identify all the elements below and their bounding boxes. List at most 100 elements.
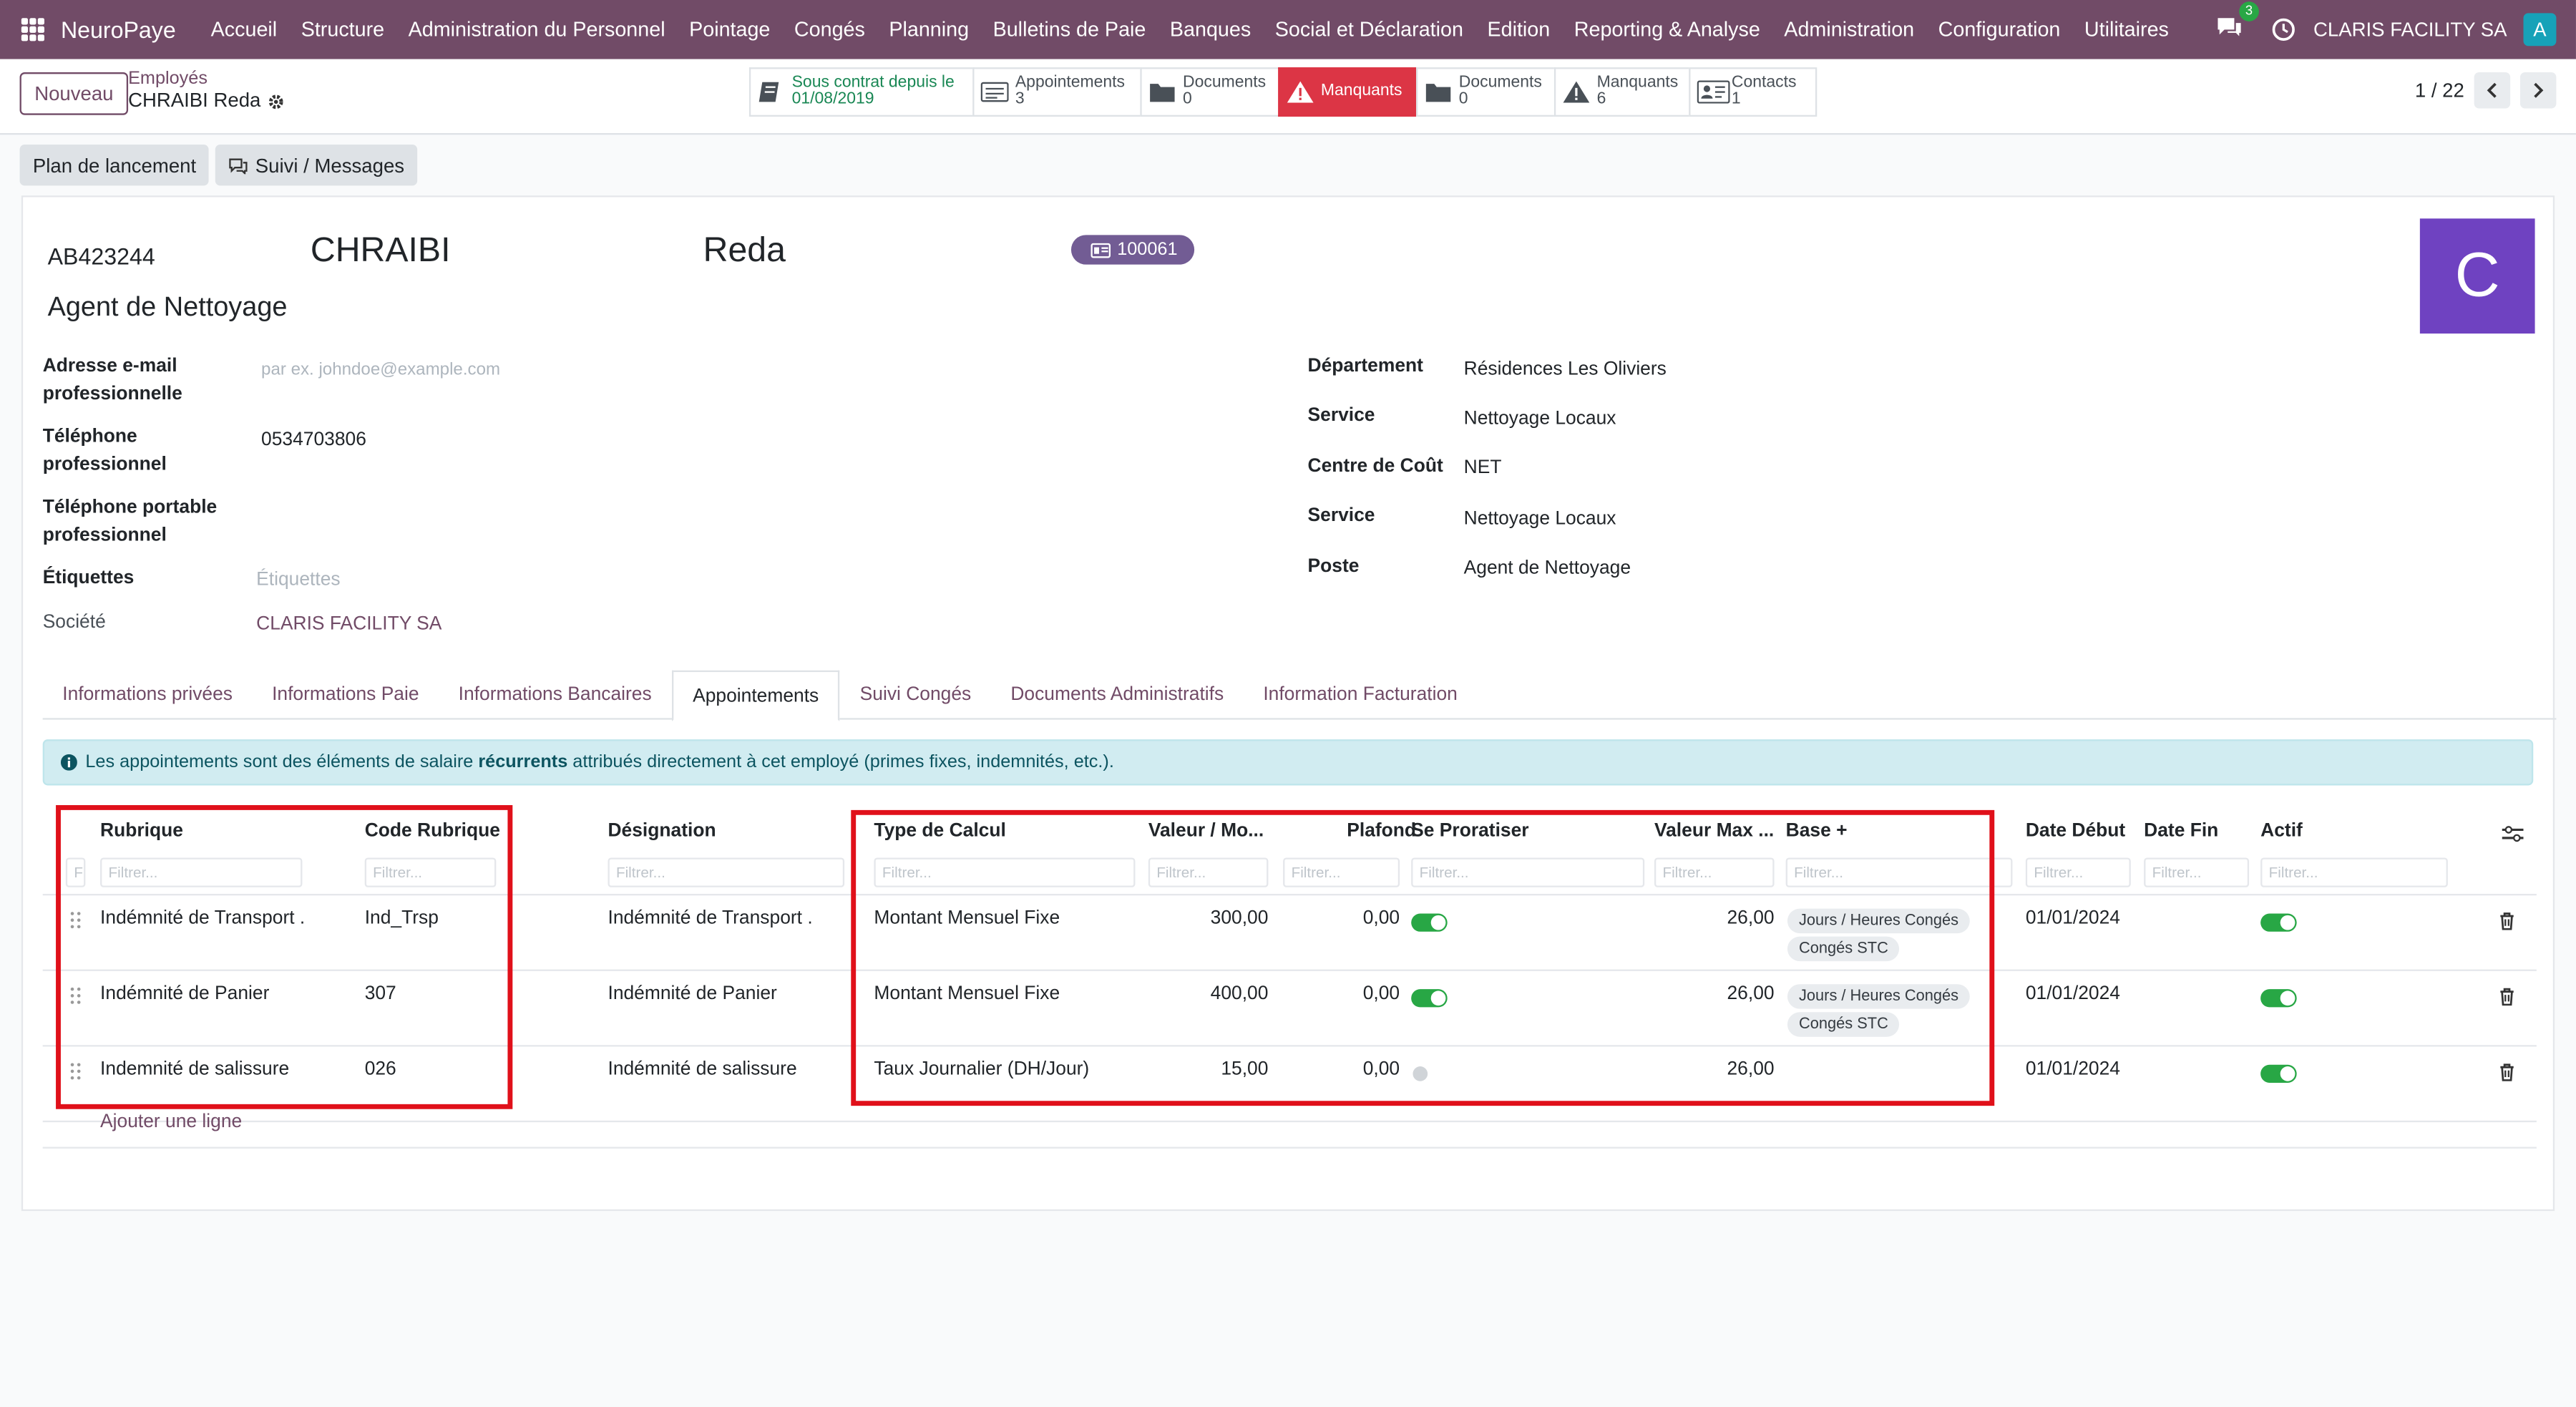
filter-input-11[interactable]: Filtrer... <box>2260 857 2448 887</box>
cost-center-field[interactable]: NET <box>1464 459 1502 479</box>
mobile-label: Téléphone portable professionnel <box>42 497 218 546</box>
menu-item-2[interactable]: Administration du Personnel <box>396 18 677 41</box>
email-label: Adresse e-mail professionnelle <box>42 356 182 404</box>
filter-input-9[interactable]: Filtrer... <box>2025 857 2131 887</box>
department-field[interactable]: Résidences Les Oliviers <box>1464 360 1667 380</box>
stat-button-3[interactable]: Manquants <box>1278 67 1417 117</box>
trash-icon[interactable] <box>2499 988 2515 1006</box>
brand-name[interactable]: NeuroPaye <box>61 16 176 43</box>
cell-debut[interactable]: 01/01/2024 <box>2026 1060 2120 1080</box>
new-button[interactable]: Nouveau <box>19 72 129 115</box>
tags-label: Étiquettes <box>42 568 135 588</box>
tab-1[interactable]: Informations Paie <box>253 671 439 720</box>
header-buttons: Plan de lancement Suivi / Messages <box>19 145 418 186</box>
add-line-link[interactable]: Ajouter une ligne <box>100 1112 242 1132</box>
id-card-icon <box>1091 242 1111 258</box>
matricule-field[interactable]: AB423244 <box>48 243 155 270</box>
cell-designation[interactable]: Indémnité de salissure <box>608 1060 796 1080</box>
company-switcher[interactable]: CLARIS FACILITY SA <box>2313 18 2507 41</box>
menu-item-1[interactable]: Structure <box>289 18 396 41</box>
chat-icon[interactable]: 3 <box>2215 1 2260 44</box>
menu-item-9[interactable]: Edition <box>1475 18 1562 41</box>
notebook-tabs: Informations privées Informations Paie Inf… <box>42 670 2557 721</box>
stat-text-1: Appointements 3 <box>1015 74 1126 109</box>
email-input[interactable]: par ex. johndoe@example.com <box>261 360 500 380</box>
cell-designation[interactable]: Indémnité de Transport . <box>608 909 812 929</box>
job-title-field[interactable]: Agent de Nettoyage <box>48 293 288 324</box>
column-header-9[interactable]: Date Début <box>2026 822 2125 842</box>
menu-item-13[interactable]: Utilitaires <box>2072 18 2181 41</box>
menu-item-11[interactable]: Administration <box>1772 18 1926 41</box>
trash-icon[interactable] <box>2499 1063 2515 1081</box>
pager-previous-button[interactable] <box>2474 72 2511 109</box>
filter-input-10[interactable]: Filtrer... <box>2144 857 2250 887</box>
stat-button-2[interactable]: Documents 0 <box>1140 67 1279 117</box>
badge-id[interactable]: 100061 <box>1070 235 1194 265</box>
tab-2[interactable]: Informations Bancaires <box>439 671 671 720</box>
last-name-field[interactable]: CHRAIBI <box>311 232 451 271</box>
stat-value-1: 3 <box>1015 90 1025 109</box>
active-toggle[interactable] <box>2260 989 2297 1008</box>
launch-plan-button[interactable]: Plan de lancement <box>19 145 210 186</box>
service2-field[interactable]: Nettoyage Locaux <box>1464 510 1616 530</box>
stat-button-6[interactable]: Contacts 1 <box>1689 67 1818 117</box>
control-panel: Nouveau Employés CHRAIBI Reda Sous contr… <box>0 59 2576 135</box>
company-link[interactable]: CLARIS FACILITY SA <box>256 615 441 635</box>
tab-4[interactable]: Suivi Congés <box>840 671 991 720</box>
active-toggle[interactable] <box>2260 913 2297 932</box>
menu-item-4[interactable]: Congés <box>782 18 877 41</box>
column-header-2[interactable]: Désignation <box>608 822 716 842</box>
cell-debut[interactable]: 01/01/2024 <box>2026 909 2120 929</box>
top-navbar: NeuroPaye Accueil Structure Administration… <box>0 0 2576 59</box>
tags-input[interactable]: Étiquettes <box>256 570 340 590</box>
breadcrumb-parent[interactable]: Employés <box>128 69 283 90</box>
menu-item-3[interactable]: Pointage <box>677 18 782 41</box>
folder-icon-svg <box>1425 84 1451 102</box>
clock-icon[interactable] <box>2270 16 2297 43</box>
main-menu: Accueil Structure Administration du Person… <box>199 18 2181 41</box>
menu-item-5[interactable]: Planning <box>877 18 981 41</box>
follow-messages-button[interactable]: Suivi / Messages <box>215 145 418 186</box>
tab-3[interactable]: Appointements <box>671 670 841 721</box>
menu-item-8[interactable]: Social et Déclaration <box>1263 18 1475 41</box>
stat-label-6: Contacts <box>1731 74 1797 92</box>
tab-5[interactable]: Documents Administratifs <box>991 671 1244 720</box>
pager-next-button[interactable] <box>2519 72 2557 109</box>
employee-avatar[interactable]: C <box>2419 218 2535 334</box>
menu-item-10[interactable]: Reporting & Analyse <box>1562 18 1772 41</box>
stat-button-4[interactable]: Documents 0 <box>1416 67 1554 117</box>
service-field[interactable]: Nettoyage Locaux <box>1464 409 1616 429</box>
filter-input-2[interactable]: Filtrer... <box>608 857 845 887</box>
gear-icon[interactable] <box>268 93 284 109</box>
stat-button-5[interactable]: Manquants 6 <box>1553 67 1689 117</box>
apps-menu-icon[interactable] <box>21 18 44 42</box>
stat-label-5: Manquants <box>1596 74 1679 92</box>
menu-item-6[interactable]: Bulletins de Paie <box>981 18 1158 41</box>
phone-input[interactable]: 0534703806 <box>261 431 366 451</box>
menu-item-7[interactable]: Banques <box>1158 18 1263 41</box>
menu-item-0[interactable]: Accueil <box>199 18 289 41</box>
chevron-right-icon <box>2534 82 2544 98</box>
tab-0[interactable]: Informations privées <box>43 671 253 720</box>
stat-button-0[interactable]: Sous contrat depuis le 01/08/2019 <box>748 67 973 117</box>
first-name-field[interactable]: Reda <box>703 232 786 271</box>
pager: 1 / 22 <box>2415 72 2557 109</box>
service2-label: Service <box>1307 506 1375 526</box>
stat-label-1: Appointements <box>1015 74 1126 92</box>
info-alert-text: Les appointements sont des éléments de s… <box>85 753 1113 773</box>
cell-debut[interactable]: 01/01/2024 <box>2026 984 2120 1004</box>
tab-6[interactable]: Information Facturation <box>1244 671 1478 720</box>
trash-icon[interactable] <box>2499 912 2515 930</box>
stat-value-5: 6 <box>1596 90 1606 109</box>
cell-designation[interactable]: Indémnité de Panier <box>608 984 776 1004</box>
cost-center-label: Centre de Coût <box>1307 457 1443 477</box>
column-header-11[interactable]: Actif <box>2260 822 2303 842</box>
user-avatar[interactable]: A <box>2523 13 2557 47</box>
column-header-10[interactable]: Date Fin <box>2144 822 2218 842</box>
menu-item-12[interactable]: Configuration <box>1926 18 2072 41</box>
active-toggle[interactable] <box>2260 1064 2297 1083</box>
stat-button-1[interactable]: Appointements 3 <box>972 67 1141 117</box>
stat-label-2: Documents <box>1183 74 1267 92</box>
optional-columns-icon[interactable] <box>2502 825 2524 843</box>
post-field[interactable]: Agent de Nettoyage <box>1464 559 1631 579</box>
